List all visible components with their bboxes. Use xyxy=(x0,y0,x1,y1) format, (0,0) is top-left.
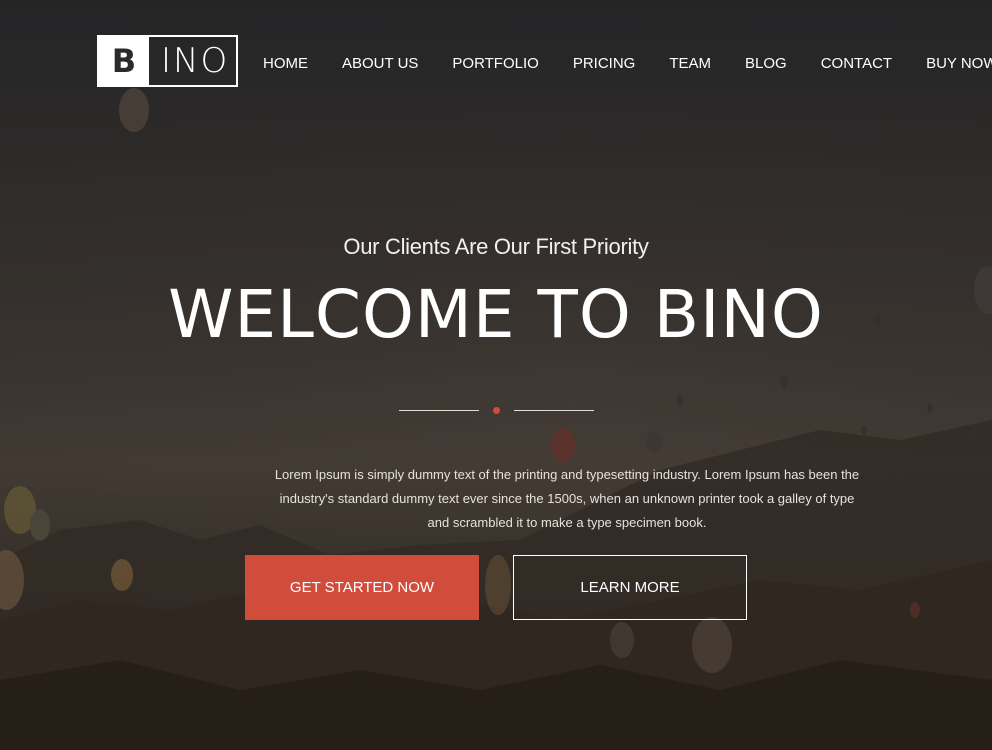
nav-item-portfolio[interactable]: PORTFOLIO xyxy=(452,54,538,74)
description-line: and scrambled it to make a type specimen… xyxy=(427,515,707,530)
logo-wordmark: INO xyxy=(161,41,230,81)
hero-description: Lorem Ipsum is simply dummy text of the … xyxy=(270,463,864,535)
description-line: Lorem Ipsum is simply dummy text of the … xyxy=(274,467,860,482)
hero-divider xyxy=(399,405,594,417)
background-landscape-image xyxy=(0,0,992,750)
nav-item-home[interactable]: HOME xyxy=(263,54,308,74)
nav-item-contact[interactable]: CONTACT xyxy=(821,54,892,74)
learn-more-button[interactable]: LEARN MORE xyxy=(513,555,747,620)
hero-subtitle: Our Clients Are Our First Priority xyxy=(343,234,649,259)
get-started-button[interactable]: GET STARTED NOW xyxy=(245,555,479,620)
nav-item-team[interactable]: TEAM xyxy=(669,54,711,74)
main-nav: HOME ABOUT US PORTFOLIO PRICING TEAM BLO… xyxy=(263,54,992,74)
divider-line-right xyxy=(514,410,594,411)
nav-item-buy-now[interactable]: BUY NOW xyxy=(926,54,992,74)
description-line: industry's standard dummy text ever sinc… xyxy=(279,491,855,506)
divider-line-left xyxy=(399,410,479,411)
logo-letter-block: B xyxy=(99,37,149,85)
nav-item-blog[interactable]: BLOG xyxy=(745,54,787,74)
nav-item-about-us[interactable]: ABOUT US xyxy=(342,54,418,74)
site-logo[interactable]: B INO xyxy=(97,35,238,87)
hero-section: B INO HOME ABOUT US PORTFOLIO PRICING TE… xyxy=(0,0,992,750)
nav-item-pricing[interactable]: PRICING xyxy=(573,54,636,74)
hero-title: WELCOME TO BINO xyxy=(168,276,824,353)
divider-dot xyxy=(493,407,500,414)
